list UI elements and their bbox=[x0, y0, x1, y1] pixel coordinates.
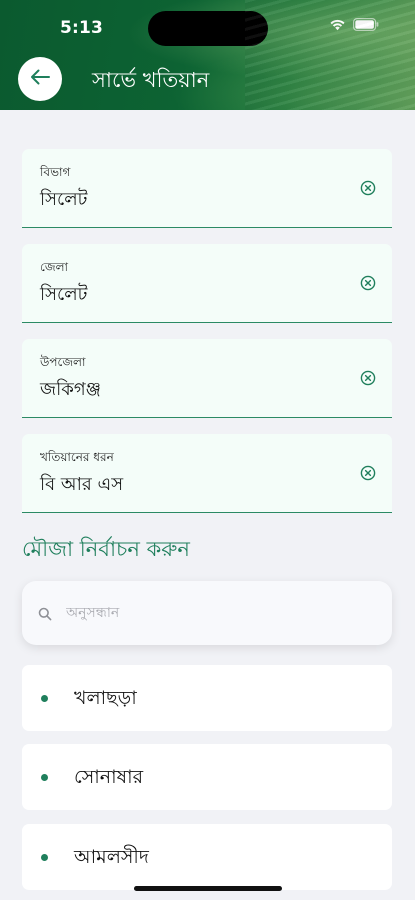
search-icon bbox=[38, 606, 52, 625]
bullet-icon bbox=[41, 695, 48, 702]
field-value: সিলেট bbox=[40, 189, 88, 210]
bullet-icon bbox=[41, 774, 48, 781]
field-label: খতিয়ানের ধরন bbox=[40, 450, 114, 464]
field-value: বি আর এস bbox=[40, 474, 124, 495]
app-header: 5:13 সার্ভে খতিয়ান bbox=[0, 0, 415, 110]
circle-x-icon[interactable] bbox=[360, 180, 376, 196]
status-time: 5:13 bbox=[60, 18, 104, 38]
status-bar: 5:13 bbox=[0, 0, 415, 54]
wifi-icon bbox=[329, 18, 346, 31]
mouza-list-item[interactable]: সোনাষার bbox=[22, 744, 392, 810]
survey-khatian-screen: 5:13 সার্ভে খতিয়ান বিভাগ সিলেট জেলা সিল… bbox=[0, 0, 415, 900]
bullet-icon bbox=[41, 854, 48, 861]
upazila-field[interactable]: উপজেলা জকিগঞ্জ bbox=[22, 339, 392, 418]
field-label: জেলা bbox=[40, 260, 69, 274]
division-field[interactable]: বিভাগ সিলেট bbox=[22, 149, 392, 228]
mouza-list-item[interactable]: খলাছড়া bbox=[22, 665, 392, 731]
field-value: জকিগঞ্জ bbox=[40, 379, 102, 400]
field-label: উপজেলা bbox=[40, 355, 86, 369]
khatian-type-field[interactable]: খতিয়ানের ধরন বি আর এস bbox=[22, 434, 392, 513]
circle-x-icon[interactable] bbox=[360, 370, 376, 386]
district-field[interactable]: জেলা সিলেট bbox=[22, 244, 392, 323]
back-button[interactable] bbox=[18, 57, 62, 101]
circle-x-icon[interactable] bbox=[360, 465, 376, 481]
status-icons bbox=[329, 18, 379, 31]
circle-x-icon[interactable] bbox=[360, 275, 376, 291]
mouza-list-item[interactable]: আমলসীদ bbox=[22, 824, 392, 890]
field-value: সিলেট bbox=[40, 284, 88, 305]
mouza-name: সোনাষার bbox=[74, 766, 144, 788]
mouza-search-box[interactable] bbox=[22, 581, 392, 645]
mouza-name: আমলসীদ bbox=[74, 846, 149, 868]
search-input[interactable] bbox=[66, 581, 366, 645]
arrow-left-icon bbox=[30, 69, 50, 89]
mouza-section-title: মৌজা নির্বাচন করুন bbox=[22, 537, 190, 561]
mouza-name: খলাছড়া bbox=[74, 687, 137, 709]
dynamic-island bbox=[148, 11, 268, 46]
home-indicator bbox=[134, 886, 282, 891]
page-title: সার্ভে খতিয়ান bbox=[92, 68, 210, 92]
field-label: বিভাগ bbox=[40, 165, 71, 179]
battery-icon bbox=[353, 18, 379, 31]
